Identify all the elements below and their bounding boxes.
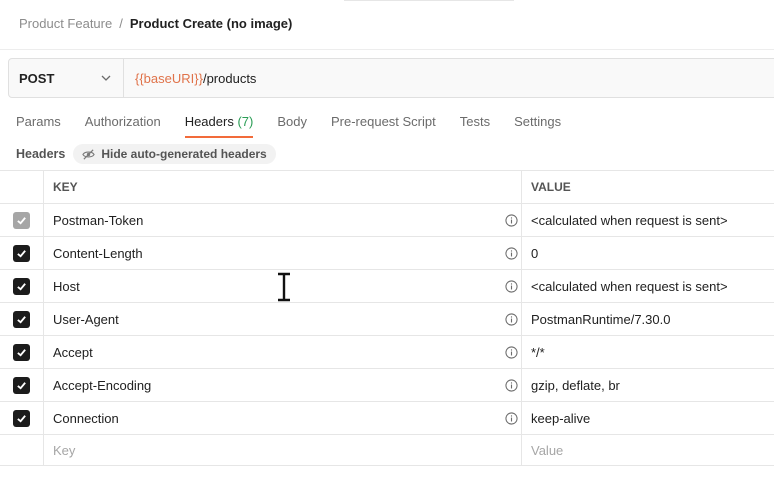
table-row: Host <calculated when request is sent> xyxy=(0,269,774,302)
table-row: Accept-Encoding gzip, deflate, br xyxy=(0,368,774,401)
info-icon[interactable] xyxy=(505,411,518,425)
new-value-input[interactable]: Value xyxy=(531,443,563,458)
checkmark-icon xyxy=(17,315,26,324)
row-value[interactable]: */* xyxy=(531,345,545,360)
tab-body[interactable]: Body xyxy=(277,114,307,138)
row-checkbox[interactable] xyxy=(13,244,30,262)
breadcrumb-divider xyxy=(0,49,774,50)
row-key[interactable]: Content-Length xyxy=(53,246,143,261)
new-key-input[interactable]: Key xyxy=(53,443,75,458)
request-bar: POST {{baseURI}}/products xyxy=(8,58,774,98)
checkmark-icon xyxy=(17,348,26,357)
table-row: Accept */* xyxy=(0,335,774,368)
tab-settings[interactable]: Settings xyxy=(514,114,561,138)
table-row: Connection keep-alive xyxy=(0,401,774,434)
row-checkbox[interactable] xyxy=(13,211,30,229)
header-check-cell xyxy=(0,171,44,203)
row-checkbox[interactable] xyxy=(13,343,30,361)
breadcrumb: Product Feature / Product Create (no ima… xyxy=(19,16,292,31)
row-value[interactable]: <calculated when request is sent> xyxy=(531,213,728,228)
chevron-down-icon xyxy=(101,75,111,81)
headers-table: KEY VALUE Postman-Token <calculated when… xyxy=(0,170,774,466)
row-value[interactable]: <calculated when request is sent> xyxy=(531,279,728,294)
table-row: User-Agent PostmanRuntime/7.30.0 xyxy=(0,302,774,335)
tab-label: Authorization xyxy=(84,114,161,129)
method-select[interactable]: POST xyxy=(9,59,124,97)
column-header-key: KEY xyxy=(53,180,78,194)
tab-label: Headers xyxy=(184,114,234,129)
tab-label: Params xyxy=(16,114,61,129)
tab-count: (7) xyxy=(237,114,254,129)
tab-label: Body xyxy=(277,114,307,129)
row-value[interactable]: keep-alive xyxy=(531,411,590,426)
tab-tests[interactable]: Tests xyxy=(460,114,490,138)
checkmark-icon xyxy=(17,282,26,291)
tab-label: Tests xyxy=(459,114,491,129)
url-input[interactable]: {{baseURI}}/products xyxy=(124,59,256,97)
request-tabs: Params Authorization Headers (7) Body Pr… xyxy=(16,114,585,138)
tab-headers[interactable]: Headers (7) xyxy=(184,114,254,138)
headers-subbar: Headers Hide auto-generated headers xyxy=(16,144,276,164)
row-key[interactable]: Host xyxy=(53,279,80,294)
row-checkbox[interactable] xyxy=(13,409,30,427)
row-key[interactable]: Accept-Encoding xyxy=(53,378,151,393)
column-header-value: VALUE xyxy=(531,180,571,194)
breadcrumb-separator: / xyxy=(119,16,123,31)
table-row: Content-Length 0 xyxy=(0,236,774,269)
info-icon[interactable] xyxy=(505,312,518,326)
checkmark-icon xyxy=(17,381,26,390)
tab-pre-request-script[interactable]: Pre-request Script xyxy=(331,114,436,138)
breadcrumb-parent[interactable]: Product Feature xyxy=(19,16,112,31)
checkmark-icon xyxy=(17,414,26,423)
row-checkbox[interactable] xyxy=(13,277,30,295)
tab-authorization[interactable]: Authorization xyxy=(85,114,161,138)
breadcrumb-current[interactable]: Product Create (no image) xyxy=(130,16,293,31)
info-icon[interactable] xyxy=(505,279,518,293)
url-variable: {{baseURI}} xyxy=(135,70,203,86)
hide-button-label: Hide auto-generated headers xyxy=(101,147,267,161)
row-value[interactable]: 0 xyxy=(531,246,538,261)
new-row: Key Value xyxy=(0,434,774,466)
row-value[interactable]: gzip, deflate, br xyxy=(531,378,620,393)
row-value[interactable]: PostmanRuntime/7.30.0 xyxy=(531,312,670,327)
hide-auto-generated-button[interactable]: Hide auto-generated headers xyxy=(73,144,276,164)
url-path: /products xyxy=(202,70,257,86)
info-icon[interactable] xyxy=(505,246,518,260)
method-label: POST xyxy=(19,70,55,86)
eye-off-icon xyxy=(82,148,96,160)
tab-params[interactable]: Params xyxy=(16,114,61,138)
table-row: Postman-Token <calculated when request i… xyxy=(0,203,774,236)
row-key[interactable]: Connection xyxy=(53,411,119,426)
row-checkbox[interactable] xyxy=(13,310,30,328)
row-checkbox[interactable] xyxy=(13,376,30,394)
row-key[interactable]: Accept xyxy=(53,345,93,360)
new-row-check-cell xyxy=(0,435,44,465)
tab-label: Settings xyxy=(514,114,562,129)
table-header-row: KEY VALUE xyxy=(0,170,774,203)
checkmark-icon xyxy=(17,249,26,258)
info-icon[interactable] xyxy=(505,213,518,227)
row-key[interactable]: User-Agent xyxy=(53,312,119,327)
top-divider xyxy=(344,0,514,1)
text-cursor-icon xyxy=(278,272,290,302)
info-icon[interactable] xyxy=(505,345,518,359)
headers-title: Headers xyxy=(16,147,66,161)
checkmark-icon xyxy=(17,216,26,225)
info-icon[interactable] xyxy=(505,378,518,392)
row-key[interactable]: Postman-Token xyxy=(53,213,143,228)
tab-label: Pre-request Script xyxy=(330,114,436,129)
